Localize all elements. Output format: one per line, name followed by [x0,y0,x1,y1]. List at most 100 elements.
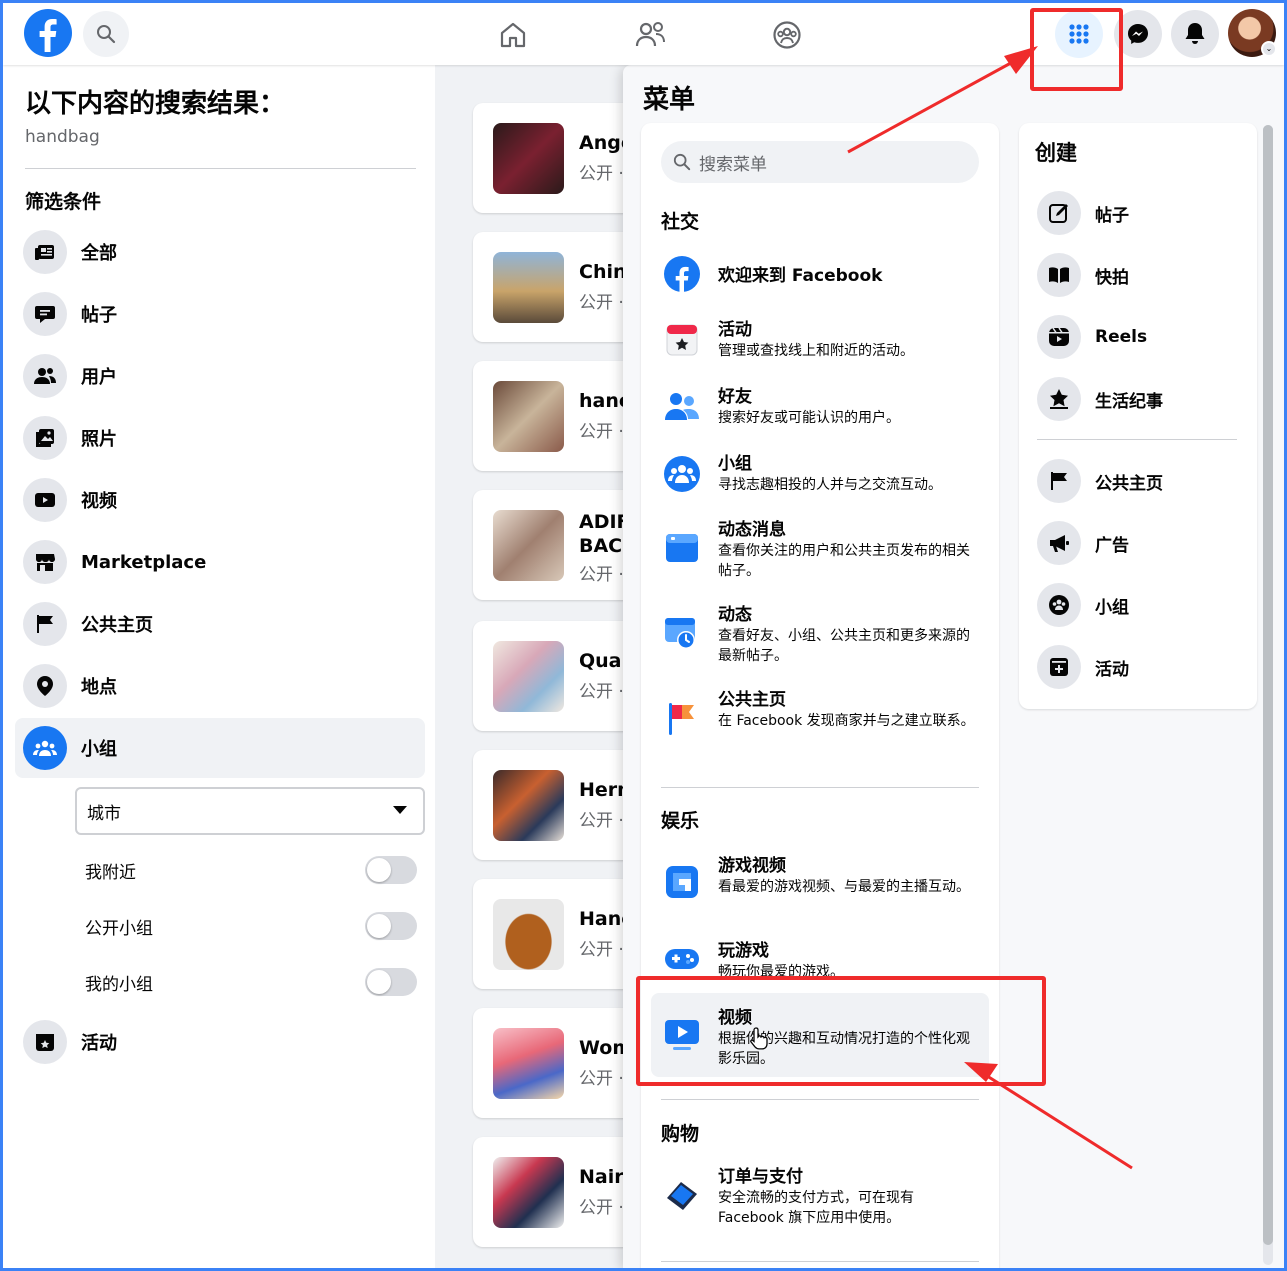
posts-icon [23,292,67,336]
menu-item-title: 好友 [718,387,752,407]
result-title: ADIF [579,511,630,533]
city-select-value: 城市 [87,803,121,824]
divider [661,787,979,788]
menu-item-feeds[interactable]: 动态消息 查看你关注的用户和公共主页发布的相关帖子。 [651,509,989,585]
photos-icon [23,416,67,460]
toggle-my-groups[interactable]: 我的小组 [85,966,417,998]
filter-marketplace[interactable]: Marketplace [15,532,425,592]
friends-tab[interactable] [631,15,671,55]
menu-item-title: 玩游戏 [718,941,769,961]
menu-item-orders-payments[interactable]: 订单与支付 安全流畅的支付方式，可在现有 Facebook 旗下应用中使用。 [651,1156,989,1232]
filter-people[interactable]: 用户 [15,346,425,406]
menu-item-title: 公共主页 [718,690,786,710]
filter-label: Marketplace [81,551,207,573]
home-tab[interactable] [493,15,533,55]
result-title: Qual [579,650,629,672]
all-results-icon [23,230,67,274]
filter-label: 地点 [81,677,117,698]
result-subtitle: 公开 · [579,940,624,960]
toggle-near-me[interactable]: 我附近 [85,854,417,886]
hand-cursor-icon [750,1027,768,1050]
marketplace-icon [23,540,67,584]
menu-item-title: 动态 [718,605,752,625]
menu-item-gaming-video[interactable]: 游戏视频 看最爱的游戏视频、与最爱的主播互动。 [651,845,989,921]
menu-item-recent[interactable]: 动态 查看好友、小组、公共主页和更多来源的最新帖子。 [651,594,989,670]
result-subtitle: 公开 · [579,1198,624,1218]
menu-item-friends[interactable]: 好友 搜索好友或可能认识的用户。 [651,376,989,436]
menu-item-events[interactable]: 活动 管理或查找线上和附近的活动。 [651,309,989,369]
groups-icon [664,456,700,492]
create-event[interactable]: 活动 [1037,644,1247,690]
toggle-label: 我附近 [85,862,136,883]
groups-icon [773,21,801,49]
result-thumbnail [493,641,564,712]
result-subtitle: 公开 · [579,565,624,585]
facebook-logo[interactable] [23,8,73,58]
create-post[interactable]: 帖子 [1037,190,1247,236]
divider [661,1099,979,1100]
result-thumbnail [493,1157,564,1228]
menu-scrollbar[interactable] [1263,125,1273,1265]
menu-item-welcome[interactable]: 欢迎来到 Facebook [651,247,989,301]
menu-panel: 菜单 搜索菜单 社交 欢迎来到 Facebook 活动 管理或查找线上和附近的活… [623,65,1284,1268]
toggle-switch[interactable] [365,912,417,940]
create-page[interactable]: 公共主页 [1037,458,1247,504]
facebook-icon [664,256,700,292]
notifications-button[interactable] [1171,10,1219,58]
result-subtitle: 公开 · [579,422,624,442]
filter-label: 视频 [81,491,117,512]
result-subtitle: 公开 · [579,1069,624,1089]
result-title: Chin [579,261,627,283]
create-label: 生活纪事 [1095,391,1163,412]
city-select[interactable]: 城市 [75,787,425,835]
filter-pages[interactable]: 公共主页 [15,594,425,654]
result-thumbnail [493,770,564,841]
filters-heading: 筛选条件 [25,191,102,213]
filter-photos[interactable]: 照片 [15,408,425,468]
notification-bell-icon [1185,23,1205,44]
filter-places[interactable]: 地点 [15,656,425,716]
create-story[interactable]: 快拍 [1037,252,1247,298]
filter-videos[interactable]: 视频 [15,470,425,530]
reels-icon [1037,315,1081,359]
filter-label: 公共主页 [81,615,153,636]
menu-item-groups[interactable]: 小组 寻找志趣相投的人并与之交流互动。 [651,443,989,503]
filter-posts[interactable]: 帖子 [15,284,425,344]
create-group[interactable]: 小组 [1037,582,1247,628]
create-life-event[interactable]: 生活纪事 [1037,376,1247,422]
scrollbar-thumb[interactable] [1263,125,1273,1245]
calendar-icon [23,1020,67,1064]
search-button[interactable] [83,11,129,57]
recent-feed-icon [665,618,695,649]
calendar-icon [666,324,698,356]
toggle-switch[interactable] [365,856,417,884]
menu-item-description: 搜索好友或可能认识的用户。 [718,410,900,426]
menu-item-title: 订单与支付 [718,1167,803,1187]
menu-title: 菜单 [643,85,696,115]
annotation-highlight-video-item [636,976,1046,1086]
create-label: 帖子 [1095,205,1129,226]
toggle-public-groups[interactable]: 公开小组 [85,910,417,942]
filter-label: 帖子 [81,305,117,326]
account-chevron-icon[interactable]: ⌄ [1261,41,1277,57]
create-label: 广告 [1095,535,1129,556]
result-thumbnail [493,1028,564,1099]
filter-all[interactable]: 全部 [15,222,425,282]
section-heading-shopping: 购物 [661,1123,700,1145]
menu-search-input[interactable]: 搜索菜单 [661,141,979,183]
filter-label: 活动 [81,1033,117,1054]
filter-groups[interactable]: 小组 [15,718,425,778]
news-feed-icon [666,534,698,562]
result-subtitle: 公开 · [579,682,624,702]
create-label: 小组 [1095,597,1129,618]
create-ad[interactable]: 广告 [1037,520,1247,566]
result-thumbnail [493,252,564,323]
result-subtitle: 公开 · [579,293,624,313]
menu-item-pages[interactable]: 公共主页 在 Facebook 发现商家并与之建立联系。 [651,679,989,755]
create-heading: 创建 [1035,141,1077,165]
create-reels[interactable]: Reels [1037,314,1247,360]
groups-tab[interactable] [767,15,807,55]
toggle-switch[interactable] [365,968,417,996]
filter-events[interactable]: 活动 [15,1012,425,1072]
menu-item-description: 安全流畅的支付方式，可在现有 Facebook 旗下应用中使用。 [718,1190,914,1226]
